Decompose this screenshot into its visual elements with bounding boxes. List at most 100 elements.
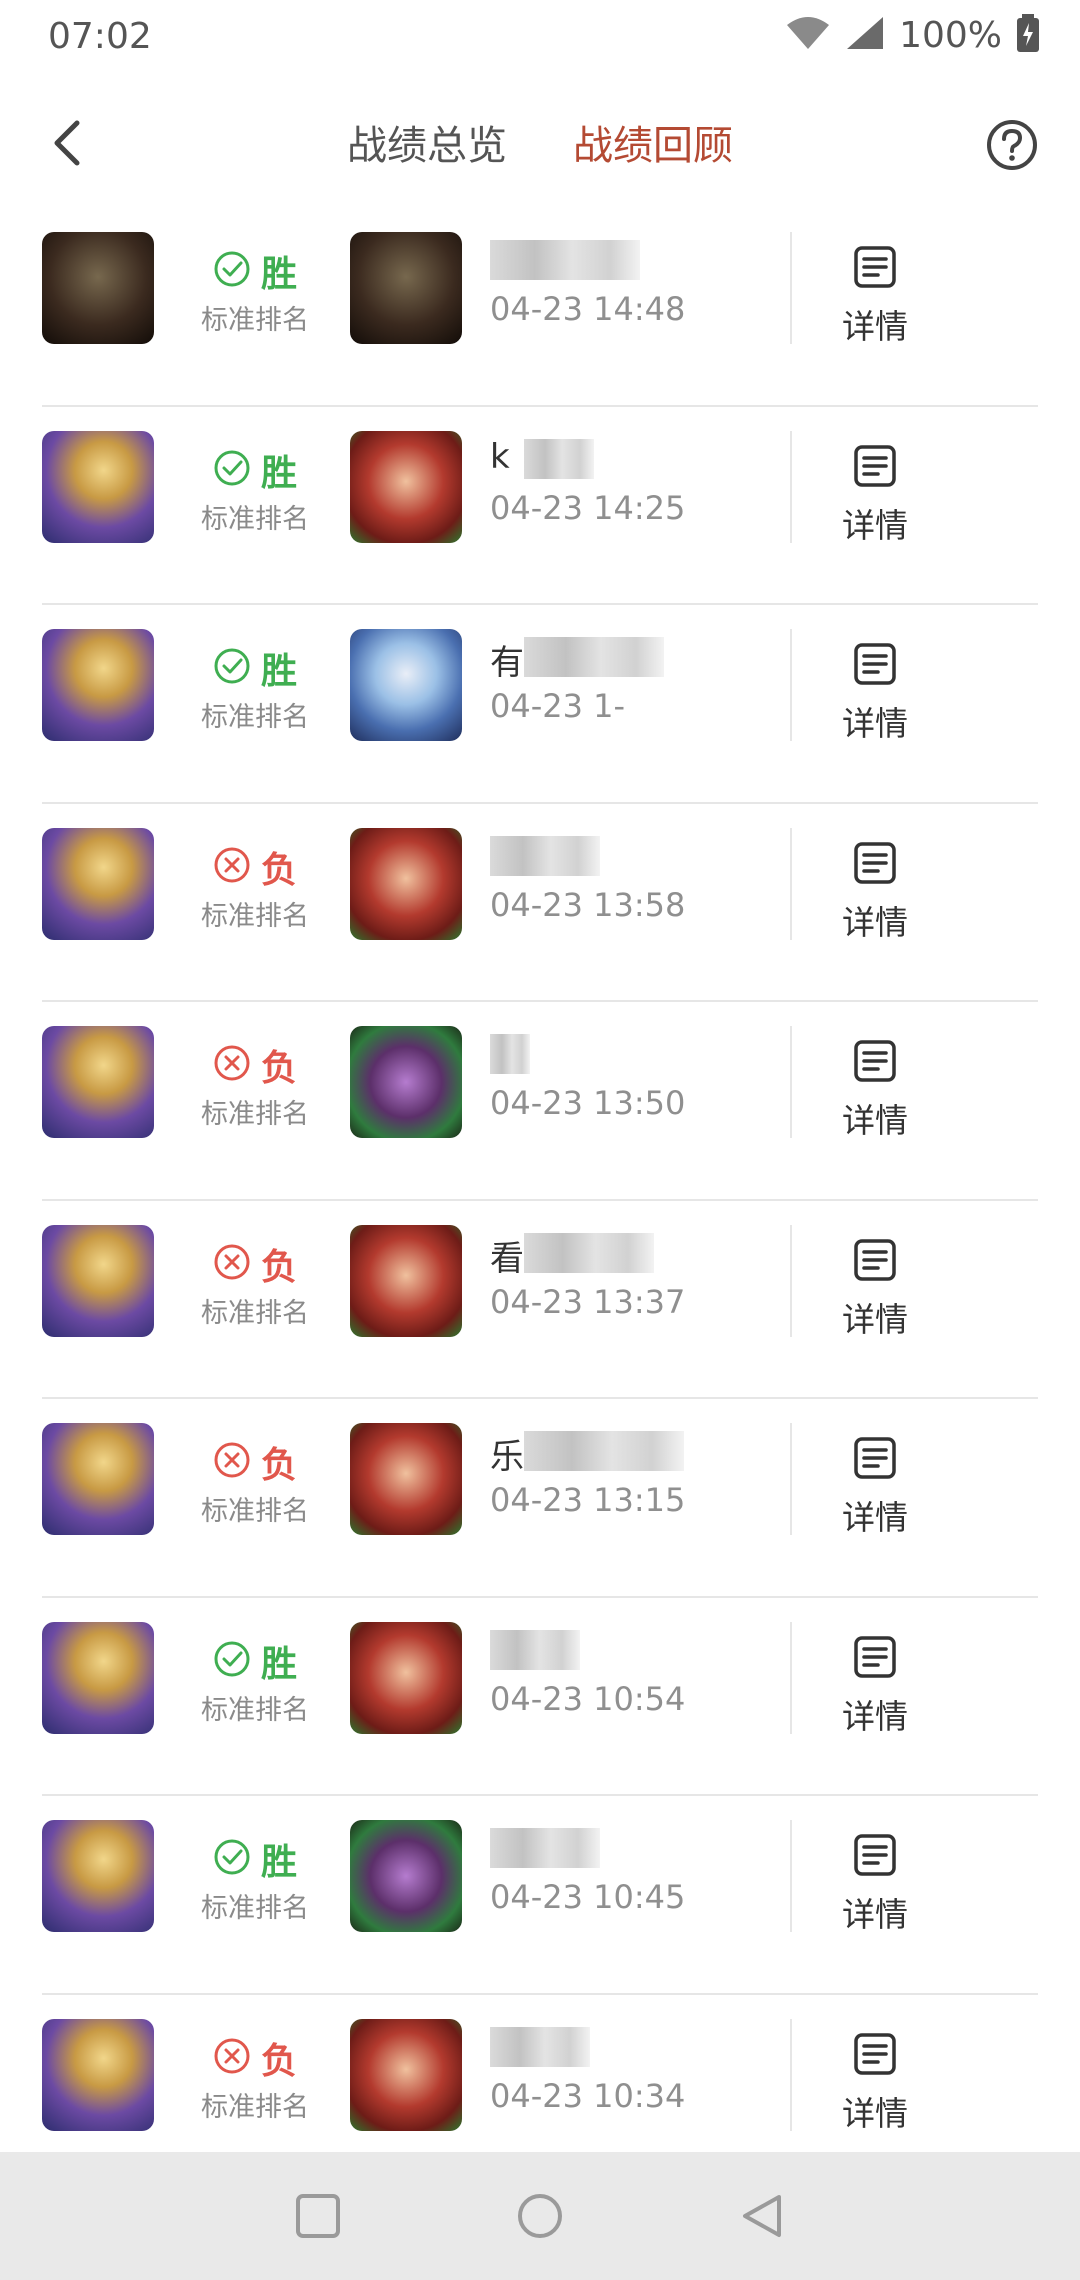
x-circle-icon [213, 1441, 251, 1483]
name-mosaic [490, 2026, 590, 2067]
game-mode-label: 标准排名 [201, 1893, 309, 1924]
document-icon [854, 841, 896, 884]
detail-label: 详情 [842, 505, 908, 545]
match-row[interactable]: 负 标准排名 04-23 13:50 详情 [0, 1002, 1080, 1201]
check-circle-icon [213, 1838, 251, 1880]
my-hero-avatar [42, 1224, 154, 1337]
game-mode-label: 标准排名 [201, 1496, 309, 1527]
opponent-name [490, 2025, 790, 2069]
tab-bar: 战绩总览 战绩回顾 [0, 113, 1080, 171]
opponent-name [490, 1628, 790, 1672]
detail-button[interactable]: 详情 [830, 1038, 920, 1142]
triangle-back-icon [743, 2195, 781, 2237]
battery-percent: 100% [899, 14, 1002, 56]
my-hero-avatar [42, 1820, 154, 1932]
result-label: 胜 [260, 1643, 297, 1685]
match-row[interactable]: 胜 标准排名 04-23 10:45 详情 [0, 1796, 1080, 1995]
opponent-name [490, 1826, 790, 1870]
tab-overview[interactable]: 战绩总览 [347, 113, 507, 171]
document-icon [854, 2032, 896, 2075]
opponent-hero-avatar [350, 629, 462, 741]
match-row[interactable]: 胜 标准排名 k 04-23 14:25 详情 [0, 407, 1080, 605]
name-mosaic [490, 1034, 530, 1074]
match-result: 负 标准排名 [190, 1439, 320, 1528]
check-circle-icon [213, 250, 251, 292]
tab-review[interactable]: 战绩回顾 [573, 113, 733, 171]
match-result: 负 标准排名 [190, 1241, 320, 1330]
document-icon [854, 1437, 896, 1479]
detail-button[interactable]: 详情 [830, 244, 920, 348]
detail-button[interactable]: 详情 [830, 641, 920, 745]
name-mosaic [524, 637, 664, 677]
status-icons: 100% [785, 14, 1040, 56]
detail-button[interactable]: 详情 [830, 840, 920, 944]
match-result: 负 标准排名 [190, 1042, 320, 1131]
document-icon [854, 643, 896, 685]
opponent-info: 04-23 10:54 [490, 1628, 790, 1718]
match-result: 胜 标准排名 [190, 1638, 320, 1727]
row-separator [790, 1820, 792, 1932]
opponent-info: 04-23 13:58 [490, 834, 790, 924]
result-label: 胜 [260, 452, 297, 494]
opponent-info: 04-23 10:34 [490, 2025, 790, 2115]
status-time: 07:02 [48, 16, 152, 57]
opponent-name [490, 1032, 790, 1076]
result-label: 胜 [260, 1842, 297, 1883]
detail-button[interactable]: 详情 [830, 1237, 920, 1341]
recents-button[interactable] [288, 2186, 348, 2246]
opponent-hero-avatar [350, 232, 462, 344]
game-mode-label: 标准排名 [201, 702, 309, 733]
opponent-name: k [490, 437, 790, 481]
result-label: 负 [260, 1048, 297, 1089]
match-list: 胜 标准排名 04-23 14:48 详情 胜 标准排名 k 04-23 14:… [0, 208, 1080, 2193]
check-circle-icon [213, 647, 251, 689]
detail-button[interactable]: 详情 [830, 443, 920, 547]
my-hero-avatar [42, 629, 154, 741]
game-mode-label: 标准排名 [201, 2091, 309, 2123]
check-circle-icon [213, 449, 251, 491]
detail-label: 详情 [842, 1299, 908, 1339]
match-row[interactable]: 胜 标准排名 04-23 10:54 详情 [0, 1598, 1080, 1796]
question-circle-icon [987, 120, 1037, 170]
opponent-info: k 04-23 14:25 [490, 437, 790, 527]
opponent-hero-avatar [350, 827, 462, 940]
opponent-hero-avatar [350, 1026, 462, 1138]
row-separator [790, 1621, 792, 1734]
match-row[interactable]: 胜 标准排名 04-23 14:48 详情 [0, 208, 1080, 407]
opponent-name [490, 238, 790, 282]
back-nav-button[interactable] [732, 2186, 792, 2246]
match-row[interactable]: 胜 标准排名 有 04-23 1- 详情 [0, 605, 1080, 804]
detail-label: 详情 [842, 704, 908, 743]
match-row[interactable]: 负 标准排名 看 04-23 13:37 详情 [0, 1201, 1080, 1399]
match-result: 胜 标准排名 [190, 645, 320, 734]
opponent-info: 乐 04-23 13:15 [490, 1429, 790, 1519]
check-circle-icon [213, 1640, 251, 1682]
detail-button[interactable]: 详情 [830, 1435, 920, 1539]
match-row[interactable]: 负 标准排名 04-23 13:58 详情 [0, 804, 1080, 1002]
match-time: 04-23 1- [490, 687, 626, 725]
opponent-name [490, 834, 790, 878]
result-label: 负 [260, 2040, 297, 2082]
my-hero-avatar [42, 2018, 154, 2131]
my-hero-avatar [42, 1026, 154, 1138]
match-result: 负 标准排名 [190, 844, 320, 933]
wifi-icon [785, 15, 831, 55]
document-icon [854, 1635, 896, 1678]
match-time: 04-23 13:58 [490, 885, 686, 924]
result-label: 胜 [260, 651, 297, 692]
square-icon [296, 2194, 340, 2238]
opponent-hero-avatar [350, 1820, 462, 1932]
detail-button[interactable]: 详情 [830, 1832, 920, 1936]
detail-button[interactable]: 详情 [830, 1634, 920, 1738]
match-result: 胜 标准排名 [190, 248, 320, 337]
row-separator [790, 629, 792, 741]
match-time: 04-23 14:48 [490, 290, 686, 328]
home-button[interactable] [510, 2186, 570, 2246]
game-mode-label: 标准排名 [201, 1099, 309, 1130]
detail-button[interactable]: 详情 [830, 2031, 920, 2135]
help-button[interactable] [980, 113, 1044, 177]
name-mosaic [524, 1431, 684, 1471]
document-icon [854, 1238, 896, 1281]
match-row[interactable]: 负 标准排名 乐 04-23 13:15 详情 [0, 1399, 1080, 1598]
opponent-hero-avatar [350, 1621, 462, 1734]
